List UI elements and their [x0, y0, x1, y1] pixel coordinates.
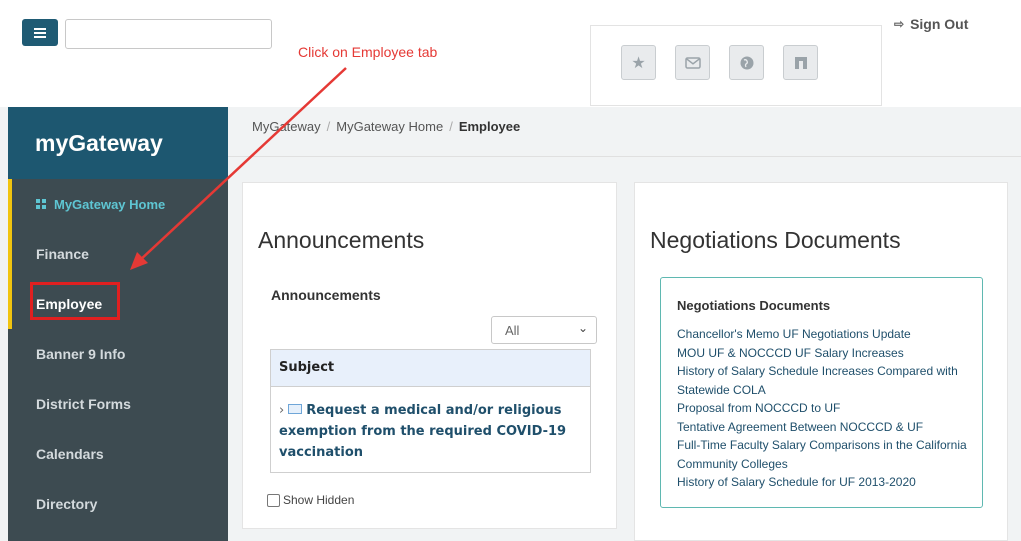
- documents-list: Chancellor's Memo UF Negotiations Update…: [677, 325, 969, 492]
- sidebar-item-mygateway-home[interactable]: MyGateway Home: [8, 179, 228, 229]
- divider: [228, 156, 1021, 157]
- sidebar-item-calendars[interactable]: Calendars: [8, 429, 228, 479]
- sidebar: myGateway MyGateway Home Finance Employe…: [8, 107, 228, 541]
- announcements-filter-select[interactable]: All ⌄: [491, 316, 597, 344]
- breadcrumb-separator: /: [449, 119, 453, 134]
- sidebar-item-employee[interactable]: Employee: [8, 279, 228, 329]
- annotation-text: Click on Employee tab: [298, 44, 438, 60]
- sidebar-item-finance[interactable]: Finance: [8, 229, 228, 279]
- sign-out-icon: ⇨: [894, 17, 905, 31]
- document-link[interactable]: Full-Time Faculty Salary Comparisons in …: [677, 436, 969, 473]
- top-bar: ★ ⇨ Sign Out: [0, 0, 1021, 107]
- documents-box-title: Negotiations Documents: [677, 298, 831, 313]
- breadcrumb-item[interactable]: MyGateway Home: [336, 119, 443, 134]
- sign-out-link[interactable]: ⇨ Sign Out: [894, 16, 968, 32]
- document-link[interactable]: Chancellor's Memo UF Negotiations Update: [677, 325, 969, 344]
- announcements-title: Announcements: [258, 227, 425, 253]
- select-value: All: [505, 323, 520, 338]
- highlight-box: [30, 282, 120, 320]
- announcement-link[interactable]: Request a medical and/or religious exemp…: [279, 403, 566, 460]
- quick-links-panel: ★: [590, 25, 882, 106]
- negotiations-card: Negotiations Documents Negotiations Docu…: [634, 182, 1008, 541]
- document-link[interactable]: Proposal from NOCCCD to UF: [677, 399, 969, 418]
- globe-icon[interactable]: [729, 45, 764, 80]
- grid-icon: [36, 199, 46, 209]
- app-icon[interactable]: [783, 45, 818, 80]
- sidebar-item-label: Finance: [36, 246, 89, 262]
- sidebar-item-district-forms[interactable]: District Forms: [8, 379, 228, 429]
- sidebar-item-label: Banner 9 Info: [36, 346, 126, 362]
- document-link[interactable]: Tentative Agreement Between NOCCCD & UF: [677, 418, 969, 437]
- page: ★ ⇨ Sign Out myGateway MyGateway Home Fi…: [0, 0, 1021, 541]
- chevron-down-icon: ⌄: [577, 321, 588, 335]
- breadcrumb-separator: /: [326, 119, 331, 134]
- sign-out-label: Sign Out: [910, 16, 969, 32]
- sidebar-item-banner-9-info[interactable]: Banner 9 Info: [8, 329, 228, 379]
- document-link[interactable]: History of Salary Schedule for UF 2013-2…: [677, 473, 969, 492]
- hamburger-icon: [34, 31, 46, 34]
- sidebar-item-label: District Forms: [36, 396, 131, 412]
- sidebar-item-label: Directory: [36, 496, 98, 512]
- announcements-table: Subject › Request a medical and/or religi…: [270, 349, 591, 473]
- sidebar-item-label: Calendars: [36, 446, 104, 462]
- document-link[interactable]: MOU UF & NOCCCD UF Salary Increases: [677, 344, 969, 363]
- sidebar-item-directory[interactable]: Directory: [8, 479, 228, 529]
- negotiations-title: Negotiations Documents: [650, 227, 901, 253]
- chevron-right-icon[interactable]: ›: [279, 403, 284, 418]
- show-hidden-checkbox[interactable]: Show Hidden: [267, 493, 354, 507]
- table-header-subject: Subject: [271, 350, 590, 387]
- negotiations-documents-box: Negotiations Documents Chancellor's Memo…: [660, 277, 983, 508]
- table-row: › Request a medical and/or religious exem…: [271, 387, 590, 463]
- breadcrumb-current: Employee: [458, 119, 521, 134]
- brand-logo[interactable]: myGateway: [8, 107, 228, 179]
- announcements-card: Announcements Announcements All ⌄ Subjec…: [242, 182, 617, 529]
- star-icon[interactable]: ★: [621, 45, 656, 80]
- show-hidden-label: Show Hidden: [283, 493, 355, 507]
- breadcrumb-item[interactable]: MyGateway: [252, 119, 321, 134]
- mail-icon: [288, 404, 303, 414]
- mail-icon[interactable]: [675, 45, 710, 80]
- announcements-subtitle: Announcements: [271, 287, 381, 303]
- hamburger-menu-button[interactable]: [22, 19, 58, 46]
- document-link[interactable]: History of Salary Schedule Increases Com…: [677, 362, 969, 399]
- search-input[interactable]: [65, 19, 272, 49]
- breadcrumb: MyGateway / MyGateway Home / Employee: [252, 119, 520, 134]
- sidebar-item-label: MyGateway Home: [54, 196, 166, 212]
- checkbox-icon: [267, 493, 280, 507]
